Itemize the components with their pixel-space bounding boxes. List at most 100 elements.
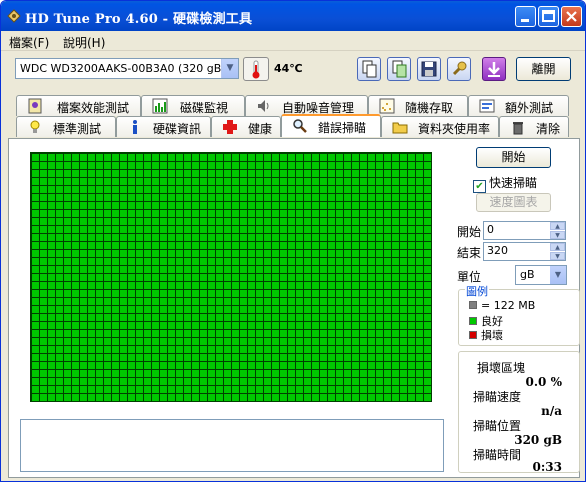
download-arrow-icon [488, 62, 500, 77]
close-button[interactable] [561, 6, 582, 27]
position-label: 掃瞄位置 [473, 419, 522, 433]
start-scan-button[interactable]: 開始 [476, 147, 551, 168]
damaged-label: 損壞區塊 [477, 361, 526, 375]
speed-value: n/a [541, 404, 562, 418]
spin-up-icon[interactable]: ▲ [550, 222, 565, 230]
scan-stats-box: 損壞區塊 0.0 % 掃瞄速度 n/a 掃瞄位置 320 gB 掃瞄時間 0:3… [458, 351, 580, 474]
end-value: 320 [487, 244, 508, 257]
tab-label: 錯誤掃瞄 [318, 121, 367, 135]
trash-icon [513, 122, 523, 135]
menu-file[interactable]: 檔案(F) [9, 34, 49, 51]
copy-icon [362, 60, 377, 78]
tab-info[interactable]: 硬碟資訊 [116, 116, 211, 137]
tab-label: 額外測試 [505, 101, 554, 115]
unit-value: gB [520, 268, 535, 281]
tab-file-benchmark[interactable]: 檔案效能測試 [16, 95, 141, 116]
error-scan-panel: 開始 ✔ 快速掃瞄 速度圖表 開始 0 ▲ ▼ 結束 320 ▲ ▼ 單位 gB … [8, 138, 580, 478]
damaged-value: 0.0 % [525, 375, 562, 389]
tab-aam[interactable]: 自動噪音管理 [245, 95, 368, 116]
extra-tests-icon [479, 99, 495, 113]
copy-image-icon [392, 60, 407, 78]
checkmark-icon: ✔ [473, 180, 486, 193]
file-bench-icon [28, 98, 42, 114]
log-box[interactable] [20, 419, 444, 472]
magnifier-icon [293, 119, 307, 133]
legend-box: 圖例 = 122 MB 良好 損壞 [458, 283, 580, 346]
spin-up-icon[interactable]: ▲ [550, 243, 565, 251]
thermometer-icon [252, 60, 260, 79]
menu-bar: 檔案(F) 說明(H) [1, 31, 585, 51]
spin-down-icon[interactable]: ▼ [550, 252, 565, 260]
chevron-down-icon[interactable]: ▼ [221, 59, 238, 78]
folder-icon [392, 122, 408, 134]
tab-benchmark[interactable]: 標準測試 [16, 116, 116, 137]
health-cross-icon [223, 120, 237, 134]
legend-title: 圖例 [465, 283, 489, 299]
tab-label: 標準測試 [53, 122, 102, 136]
start-label: 開始 [457, 225, 482, 239]
copy-info-button[interactable] [357, 57, 381, 81]
speed-map-button[interactable]: 速度圖表 [476, 193, 551, 212]
tab-disk-monitor[interactable]: 磁碟監視 [141, 95, 245, 116]
legend-block-size: = 122 MB [481, 299, 536, 312]
tab-erase[interactable]: 清除 [499, 116, 569, 137]
save-button[interactable] [417, 57, 441, 81]
block-swatch [469, 301, 477, 309]
menu-help[interactable]: 說明(H) [63, 34, 105, 51]
minimize-button[interactable] [515, 6, 536, 27]
quick-scan-checkbox[interactable]: ✔ 快速掃瞄 [473, 174, 537, 193]
quick-scan-label: 快速掃瞄 [489, 176, 538, 190]
start-spinner[interactable]: 0 ▲ ▼ [483, 221, 566, 240]
spin-down-icon[interactable]: ▼ [550, 231, 565, 239]
title-bar[interactable]: HD Tune Pro 4.60 - 硬碟檢測工具 [1, 1, 585, 31]
exit-button[interactable]: 離開 [516, 57, 571, 81]
random-access-icon [379, 98, 395, 114]
time-value: 0:33 [532, 460, 562, 474]
temperature-button[interactable] [243, 57, 269, 81]
benchmark-icon [30, 120, 40, 133]
app-disk-icon [7, 9, 21, 23]
wrench-icon [452, 61, 467, 76]
drive-select-value: WDC WD3200AAKS-00B3A0 (320 gB) [20, 62, 226, 75]
maximize-icon [542, 10, 555, 22]
update-button[interactable] [482, 57, 506, 81]
start-value: 0 [487, 223, 494, 236]
speaker-icon [258, 100, 269, 112]
tab-health[interactable]: 健康 [211, 116, 281, 137]
end-label: 結束 [457, 246, 482, 260]
position-value: 320 gB [514, 433, 562, 447]
tab-label: 清除 [536, 122, 561, 136]
info-icon [133, 120, 137, 134]
copy-screenshot-button[interactable] [387, 57, 411, 81]
bad-swatch [469, 331, 477, 339]
drive-select[interactable]: WDC WD3200AAKS-00B3A0 (320 gB) ▼ [15, 58, 239, 79]
tab-random-access[interactable]: 隨機存取 [368, 95, 468, 116]
options-button[interactable] [447, 57, 471, 81]
tab-error-scan[interactable]: 錯誤掃瞄 [281, 114, 381, 137]
tab-label: 隨機存取 [405, 101, 454, 115]
unit-select[interactable]: gB ▼ [515, 265, 567, 285]
scan-block-map [30, 152, 432, 402]
maximize-button[interactable] [538, 6, 559, 27]
tab-label: 健康 [248, 122, 273, 136]
speed-label: 掃瞄速度 [473, 390, 522, 404]
temperature-value: 44℃ [274, 62, 303, 75]
minimize-icon [521, 19, 529, 22]
close-icon [566, 11, 577, 22]
tab-label: 硬碟資訊 [153, 122, 202, 136]
main-window: HD Tune Pro 4.60 - 硬碟檢測工具 檔案(F) 說明(H) WD… [0, 0, 586, 482]
tab-label: 磁碟監視 [180, 101, 229, 115]
tab-extra-tests[interactable]: 額外測試 [468, 95, 569, 116]
legend-bad: 損壞 [481, 329, 503, 342]
disk-monitor-icon [152, 98, 168, 114]
tab-folder-usage[interactable]: 資料夾使用率 [381, 116, 499, 137]
window-title: HD Tune Pro 4.60 - 硬碟檢測工具 [25, 12, 253, 27]
time-label: 掃瞄時間 [473, 448, 522, 462]
floppy-icon [421, 61, 437, 77]
tab-label: 資料夾使用率 [418, 122, 491, 136]
good-swatch [469, 317, 477, 325]
toolbar: WDC WD3200AAKS-00B3A0 (320 gB) ▼ 44℃ 離開 [1, 52, 585, 86]
end-spinner[interactable]: 320 ▲ ▼ [483, 242, 566, 261]
tab-label: 檔案效能測試 [57, 101, 130, 115]
chevron-down-icon[interactable]: ▼ [550, 266, 566, 284]
